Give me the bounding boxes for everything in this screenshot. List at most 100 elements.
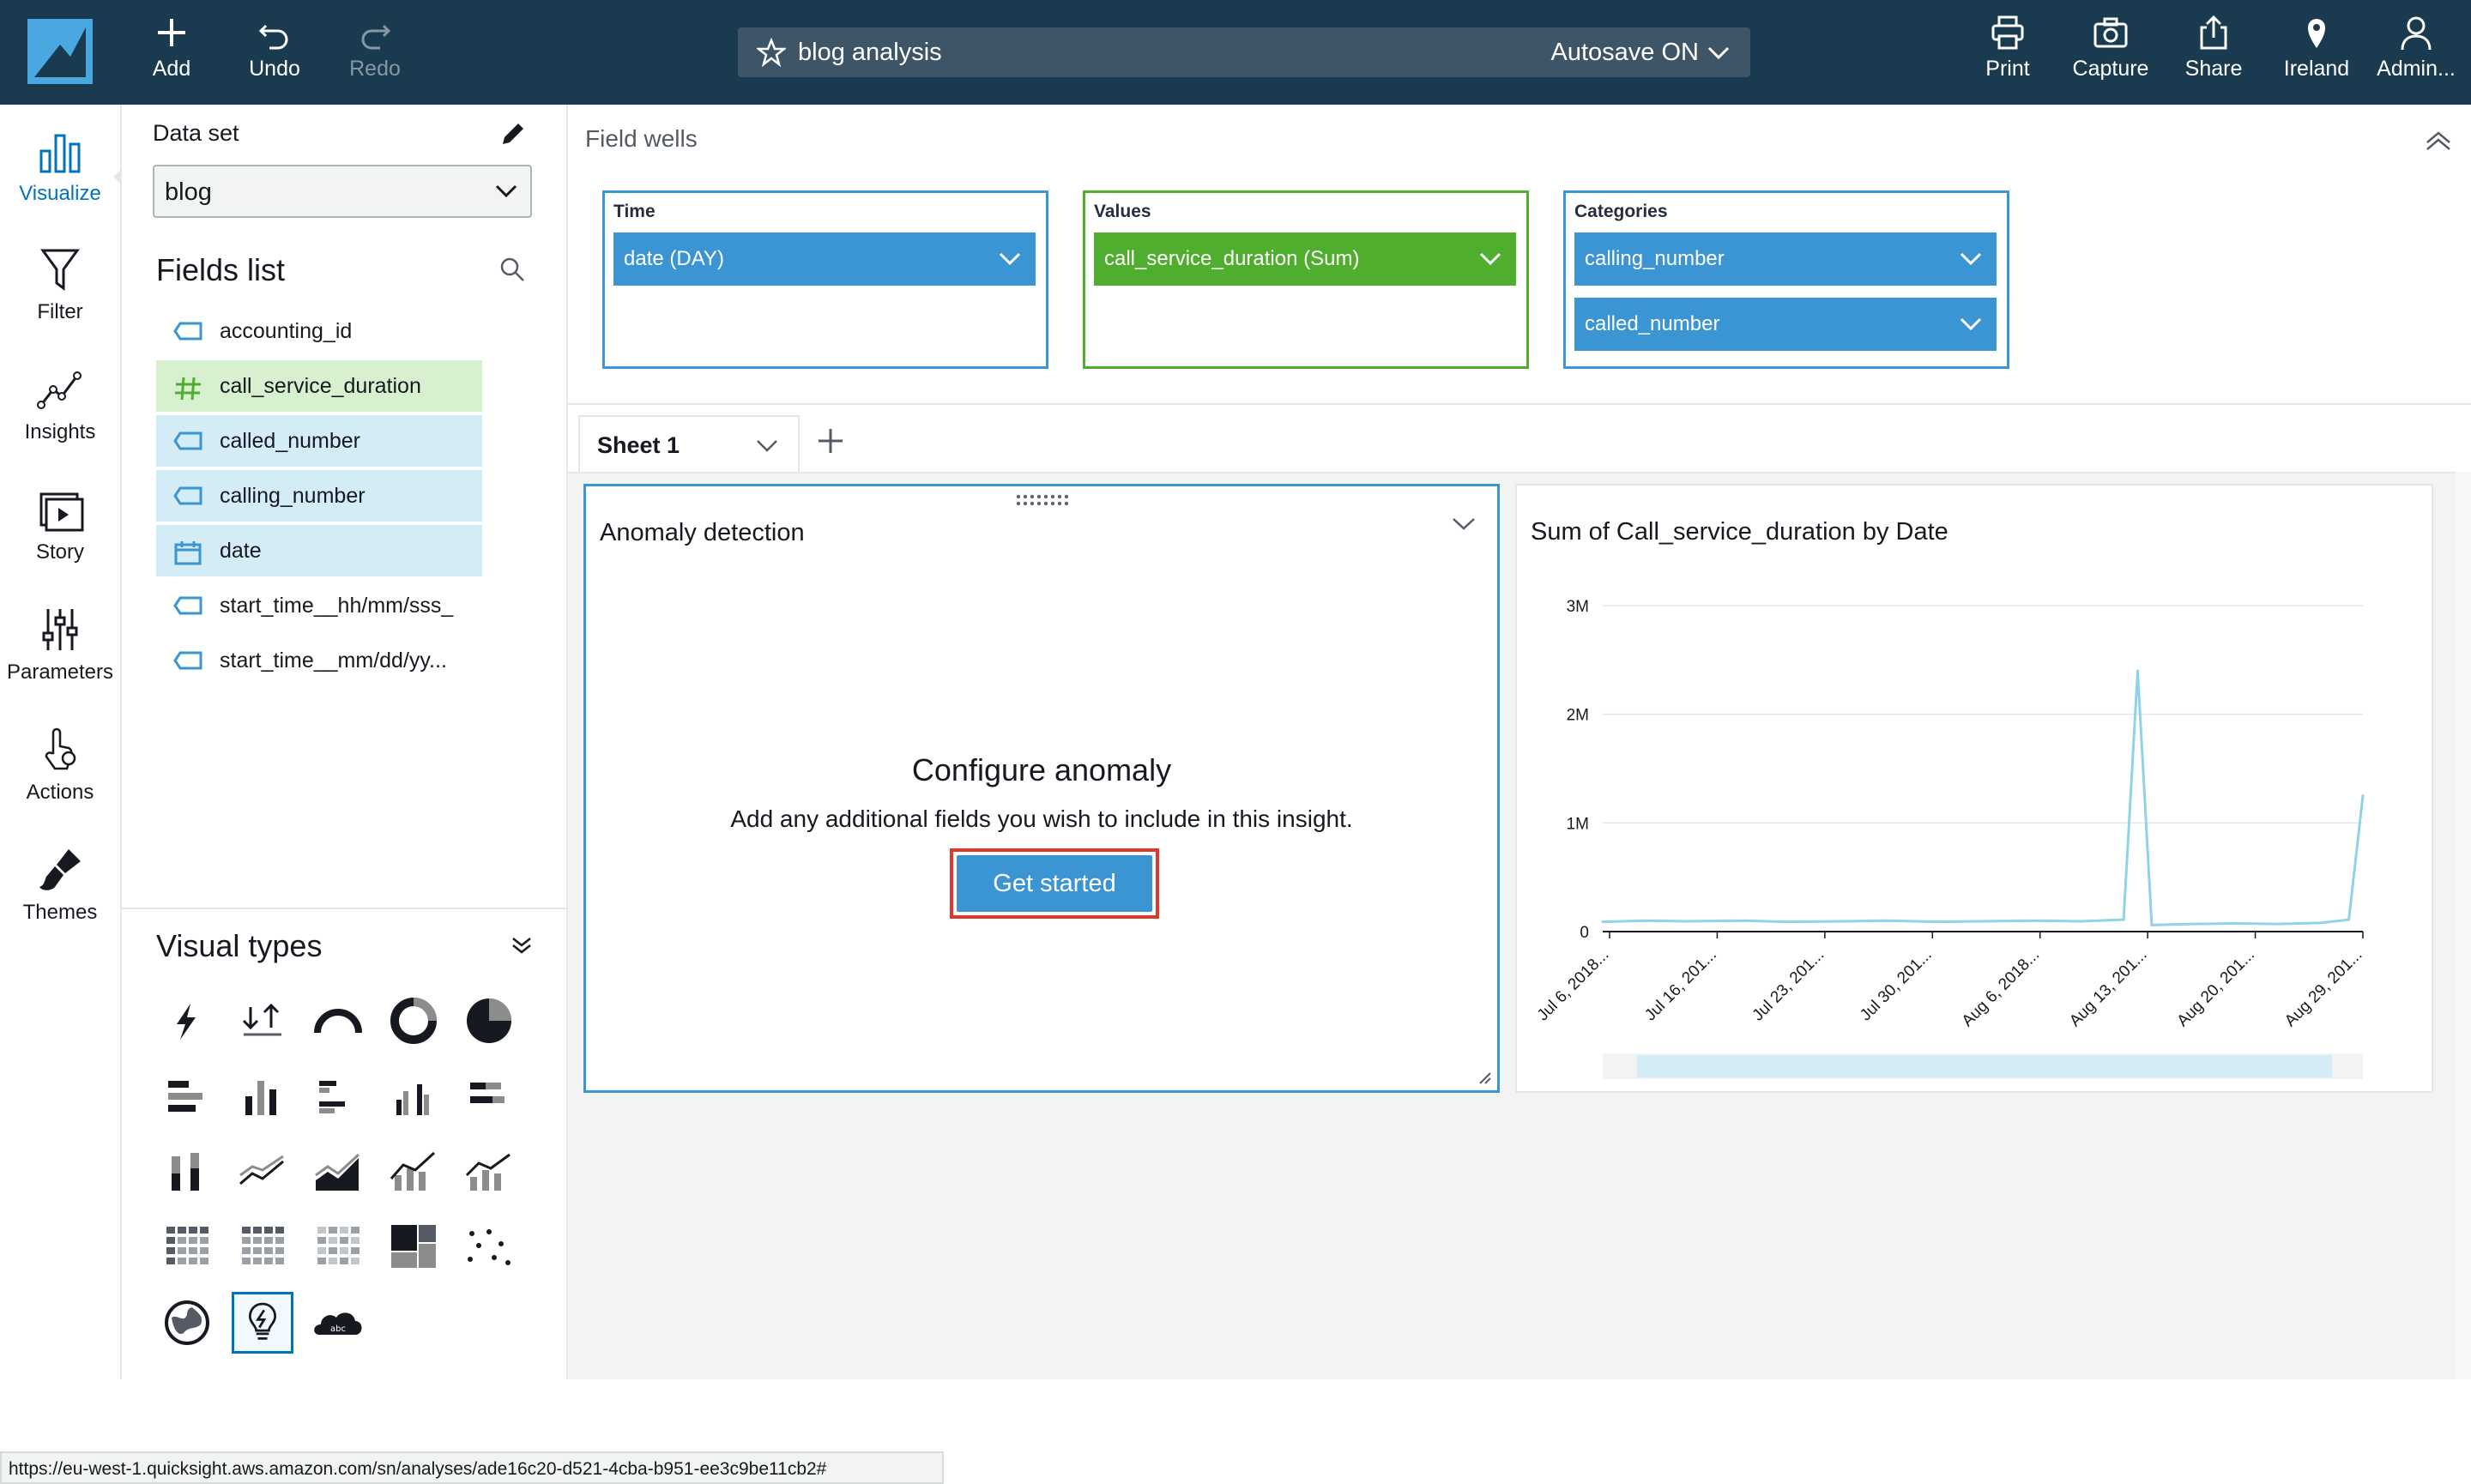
- analysis-name-bar[interactable]: blog analysis Autosave ON: [738, 27, 1750, 77]
- region-button[interactable]: Ireland: [2265, 14, 2368, 81]
- analysis-title[interactable]: blog analysis: [798, 39, 942, 67]
- field-item-date[interactable]: date: [156, 525, 482, 576]
- resize-handle-icon[interactable]: [1475, 1068, 1492, 1085]
- data-point[interactable]: [2319, 921, 2323, 925]
- star-icon[interactable]: [757, 38, 786, 67]
- pencil-icon[interactable]: [498, 120, 527, 149]
- chevron-down-icon[interactable]: [1959, 248, 1983, 268]
- field-item-call-service-duration[interactable]: call_service_duration: [156, 360, 482, 412]
- chevron-down-icon[interactable]: [998, 248, 1022, 268]
- line-chart-icon[interactable]: [232, 1141, 293, 1203]
- gauge-icon[interactable]: [307, 990, 369, 1052]
- nav-filter[interactable]: Filter: [0, 244, 120, 324]
- donut-chart-icon[interactable]: [383, 990, 444, 1052]
- combo-line-bar-icon[interactable]: [383, 1141, 444, 1203]
- data-point[interactable]: [1882, 919, 1886, 922]
- add-sheet-icon[interactable]: [813, 424, 848, 458]
- clustered-bar-icon[interactable]: [307, 1065, 369, 1127]
- data-point[interactable]: [1939, 920, 1942, 924]
- add-button[interactable]: Add: [120, 14, 223, 81]
- word-cloud-icon[interactable]: abc: [307, 1292, 369, 1354]
- field-item-called-number[interactable]: called_number: [156, 415, 482, 467]
- data-point[interactable]: [1840, 920, 1844, 923]
- field-item-calling-number[interactable]: calling_number: [156, 470, 482, 522]
- heat-map-icon[interactable]: [307, 1216, 369, 1278]
- data-point[interactable]: [2361, 794, 2365, 798]
- data-point[interactable]: [2347, 918, 2351, 921]
- data-point[interactable]: [1685, 920, 1689, 923]
- chevron-down-icon[interactable]: [1959, 313, 1983, 334]
- kpi-icon[interactable]: [232, 990, 293, 1052]
- quicksight-logo-icon[interactable]: [27, 19, 93, 84]
- table-icon[interactable]: [232, 1216, 293, 1278]
- data-point[interactable]: [2038, 919, 2041, 922]
- drag-handle-icon[interactable]: [1015, 493, 1072, 507]
- share-button[interactable]: Share: [2162, 14, 2265, 81]
- chart-scroll-thumb[interactable]: [1637, 1055, 2332, 1077]
- time-field-pill[interactable]: date (DAY): [613, 232, 1036, 286]
- data-point[interactable]: [1981, 920, 1985, 923]
- nav-visualize[interactable]: Visualize: [0, 125, 120, 206]
- data-point[interactable]: [1643, 919, 1646, 922]
- clustered-column-icon[interactable]: [383, 1065, 444, 1127]
- tab-sheet-1[interactable]: Sheet 1: [578, 415, 800, 472]
- data-point[interactable]: [2150, 923, 2154, 926]
- nav-actions[interactable]: Actions: [0, 724, 120, 805]
- insight-lightbulb-icon[interactable]: [232, 1292, 293, 1354]
- data-point[interactable]: [2277, 922, 2281, 926]
- field-item-accounting-id[interactable]: accounting_id: [156, 305, 482, 357]
- chevron-down-icon[interactable]: [1451, 514, 1477, 533]
- data-point[interactable]: [1742, 919, 1745, 922]
- tree-map-icon[interactable]: [383, 1216, 444, 1278]
- category-field-pill[interactable]: calling_number: [1574, 232, 1997, 286]
- area-chart-icon[interactable]: [307, 1141, 369, 1203]
- values-field-pill[interactable]: call_service_duration (Sum): [1094, 232, 1516, 286]
- search-icon[interactable]: [498, 255, 527, 284]
- field-item-start-time-mm[interactable]: start_time__mm/dd/yy...: [156, 635, 482, 686]
- data-point[interactable]: [2234, 922, 2238, 925]
- values-well[interactable]: Values call_service_duration (Sum): [1083, 190, 1529, 369]
- double-chevron-down-icon[interactable]: [510, 933, 534, 957]
- nav-story[interactable]: Story: [0, 484, 120, 564]
- print-button[interactable]: Print: [1956, 14, 2059, 81]
- data-point[interactable]: [2136, 669, 2139, 673]
- stacked-bar-icon[interactable]: [458, 1065, 520, 1127]
- data-point[interactable]: [1601, 920, 1604, 924]
- line-chart-visual[interactable]: Sum of Call_service_duration by Date 0 1M…: [1515, 484, 2433, 1093]
- chevron-down-icon[interactable]: [1707, 43, 1730, 62]
- autosave-dropdown[interactable]: Autosave ON: [1551, 39, 1699, 67]
- data-point[interactable]: [2080, 920, 2083, 923]
- data-point[interactable]: [1784, 920, 1787, 924]
- stacked-column-icon[interactable]: [156, 1141, 218, 1203]
- chevron-down-icon[interactable]: [755, 436, 779, 455]
- data-panel: Data set blog Fields list accounting_id …: [122, 105, 568, 1379]
- vertical-bar-icon[interactable]: [232, 1065, 293, 1127]
- field-item-start-time-hh[interactable]: start_time__hh/mm/sss_: [156, 580, 482, 631]
- get-started-button[interactable]: Get started: [957, 855, 1152, 912]
- capture-button[interactable]: Capture: [2059, 14, 2162, 81]
- nav-themes[interactable]: Themes: [0, 844, 120, 925]
- time-well[interactable]: Time date (DAY): [602, 190, 1048, 369]
- nav-insights[interactable]: Insights: [0, 364, 120, 444]
- category-field-pill[interactable]: called_number: [1574, 298, 1997, 351]
- vertical-scrollbar[interactable]: [2456, 472, 2471, 1379]
- series-line[interactable]: [1602, 670, 2365, 926]
- user-menu-button[interactable]: Admin...: [2365, 14, 2468, 81]
- nav-parameters[interactable]: Parameters: [0, 604, 120, 685]
- pivot-table-icon[interactable]: [156, 1216, 218, 1278]
- pie-chart-icon[interactable]: [458, 990, 520, 1052]
- redo-button[interactable]: Redo: [323, 14, 426, 81]
- horizontal-bar-icon[interactable]: [156, 1065, 218, 1127]
- geo-map-icon[interactable]: [156, 1292, 218, 1354]
- chevron-down-icon[interactable]: [1478, 248, 1502, 268]
- combo-stacked-icon[interactable]: [458, 1141, 520, 1203]
- dataset-select[interactable]: blog: [153, 165, 532, 218]
- categories-well[interactable]: Categories calling_number called_number: [1563, 190, 2009, 369]
- autograph-icon[interactable]: [156, 990, 218, 1052]
- scatter-plot-icon[interactable]: [458, 1216, 520, 1278]
- data-point[interactable]: [2122, 918, 2125, 921]
- anomaly-detection-visual[interactable]: Anomaly detection Configure anomaly Add …: [583, 484, 1500, 1093]
- chevron-up-icon[interactable]: [2425, 130, 2452, 151]
- undo-button[interactable]: Undo: [223, 14, 326, 81]
- data-point[interactable]: [2192, 922, 2196, 926]
